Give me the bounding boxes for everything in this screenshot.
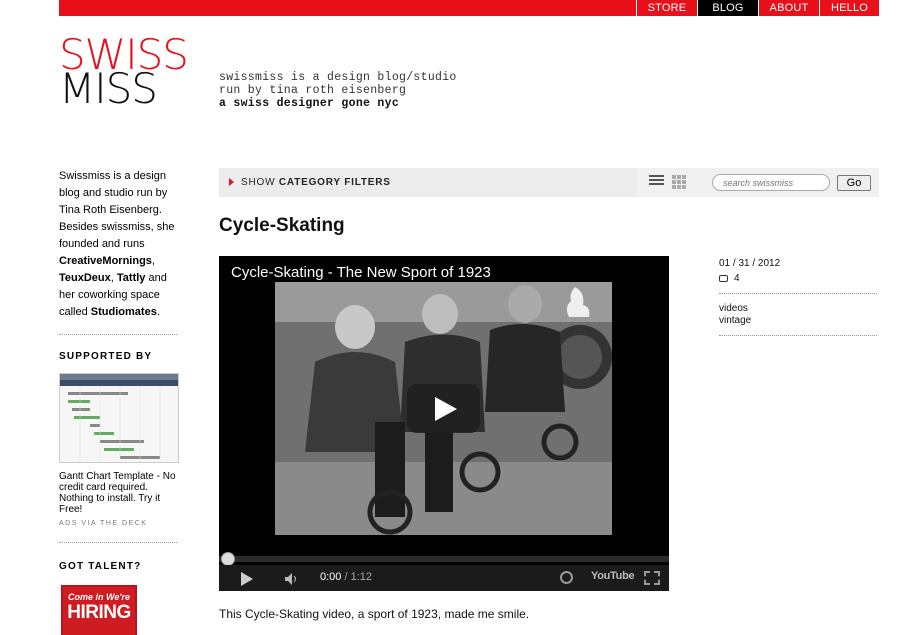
video-player[interactable]: Cycle-Skating - The New Sport of 1923 0:… — [219, 256, 669, 591]
top-nav-bar: STORE BLOG ABOUT HELLO — [59, 0, 879, 16]
gantt-chart-illustration — [60, 374, 178, 462]
filter-prefix: SHOW — [241, 177, 279, 188]
link-creativemornings[interactable]: CreativeMornings — [59, 255, 152, 267]
watch-later-icon[interactable] — [560, 571, 573, 584]
filter-bar: SHOW CATEGORY FILTERS Go — [219, 168, 879, 197]
sidebar: Swissmiss is a design blog and studio ru… — [59, 168, 179, 635]
play-button[interactable] — [407, 384, 480, 433]
comment-count: 4 — [734, 273, 740, 284]
gantt-ad-image[interactable] — [59, 373, 179, 463]
filter-label: SHOW CATEGORY FILTERS — [241, 177, 391, 188]
tag-vintage[interactable]: vintage — [719, 315, 879, 327]
volume-icon[interactable] — [285, 572, 300, 585]
youtube-logo[interactable]: YouTube — [591, 570, 635, 596]
got-talent-heading: GOT TALENT? — [59, 561, 142, 572]
ads-via-link[interactable]: ADS VIA THE DECK — [59, 519, 179, 529]
tagline-line-1: swissmiss is a design blog/studio — [219, 71, 457, 84]
supported-by-heading: SUPPORTED BY — [59, 351, 153, 362]
video-controls: 0:00 / 1:12 YouTube — [219, 565, 669, 591]
intro-end: . — [156, 306, 160, 318]
ad-text[interactable]: Gantt Chart Template - No credit card re… — [59, 471, 179, 515]
post-date: 01 / 31 / 2012 — [719, 258, 781, 269]
grid-view-icon[interactable] — [672, 175, 686, 189]
search-input[interactable] — [712, 174, 830, 191]
post-title[interactable]: Cycle-Skating — [219, 215, 345, 237]
fullscreen-icon[interactable] — [644, 571, 660, 585]
link-tattly[interactable]: Tattly — [117, 272, 146, 284]
time-separator: / — [341, 571, 351, 583]
nav-store[interactable]: STORE — [636, 0, 697, 16]
intro-text: Swissmiss is a design blog and studio ru… — [59, 170, 175, 250]
tag-videos[interactable]: videos — [719, 303, 879, 315]
top-nav: STORE BLOG ABOUT HELLO — [636, 0, 879, 16]
search-go-button[interactable]: Go — [837, 175, 871, 191]
divider — [59, 334, 177, 335]
time-display: 0:00 / 1:12 — [320, 571, 372, 597]
video-frame[interactable] — [275, 282, 612, 535]
link-teuxdeux[interactable]: TeuxDeux — [59, 272, 111, 284]
hiring-badge[interactable]: Come in We're HIRING — [61, 585, 137, 635]
link-studiomates[interactable]: Studiomates — [91, 306, 157, 318]
nav-about[interactable]: ABOUT — [758, 0, 819, 16]
post-caption: This Cycle-Skating video, a sport of 192… — [219, 607, 530, 621]
comments-link[interactable]: 4 — [719, 273, 879, 285]
sidebar-intro: Swissmiss is a design blog and studio ru… — [59, 168, 179, 321]
scrubber-handle[interactable] — [221, 552, 235, 566]
comment-icon — [719, 275, 728, 282]
site-tagline: swissmiss is a design blog/studio run by… — [219, 71, 457, 110]
intro-sep-1: , — [151, 255, 155, 267]
video-title[interactable]: Cycle-Skating - The New Sport of 1923 — [231, 264, 491, 281]
tagline-line-2: run by tina roth eisenberg — [219, 84, 407, 97]
nav-hello[interactable]: HELLO — [819, 0, 879, 16]
divider — [59, 542, 177, 543]
filter-strong: CATEGORY FILTERS — [278, 177, 391, 188]
divider — [719, 293, 877, 294]
nav-blog[interactable]: BLOG — [697, 0, 758, 16]
list-view-icon[interactable] — [649, 175, 664, 189]
play-icon[interactable] — [241, 572, 253, 586]
divider — [719, 335, 877, 336]
time-duration: 1:12 — [350, 571, 373, 583]
hiring-top-text: Come in We're — [68, 592, 130, 602]
tagline-line-3: a swiss designer gone nyc — [219, 97, 400, 110]
progress-bar[interactable] — [219, 556, 669, 562]
hiring-main-text: HIRING — [67, 602, 131, 623]
category-filter-toggle[interactable]: SHOW CATEGORY FILTERS — [219, 168, 637, 197]
time-current: 0:00 — [320, 571, 342, 583]
triangle-right-icon — [229, 178, 234, 186]
site-logo[interactable]: SWISS MISS — [59, 34, 189, 110]
post-meta: 01 / 31 / 2012 4 videos vintage — [719, 258, 879, 345]
